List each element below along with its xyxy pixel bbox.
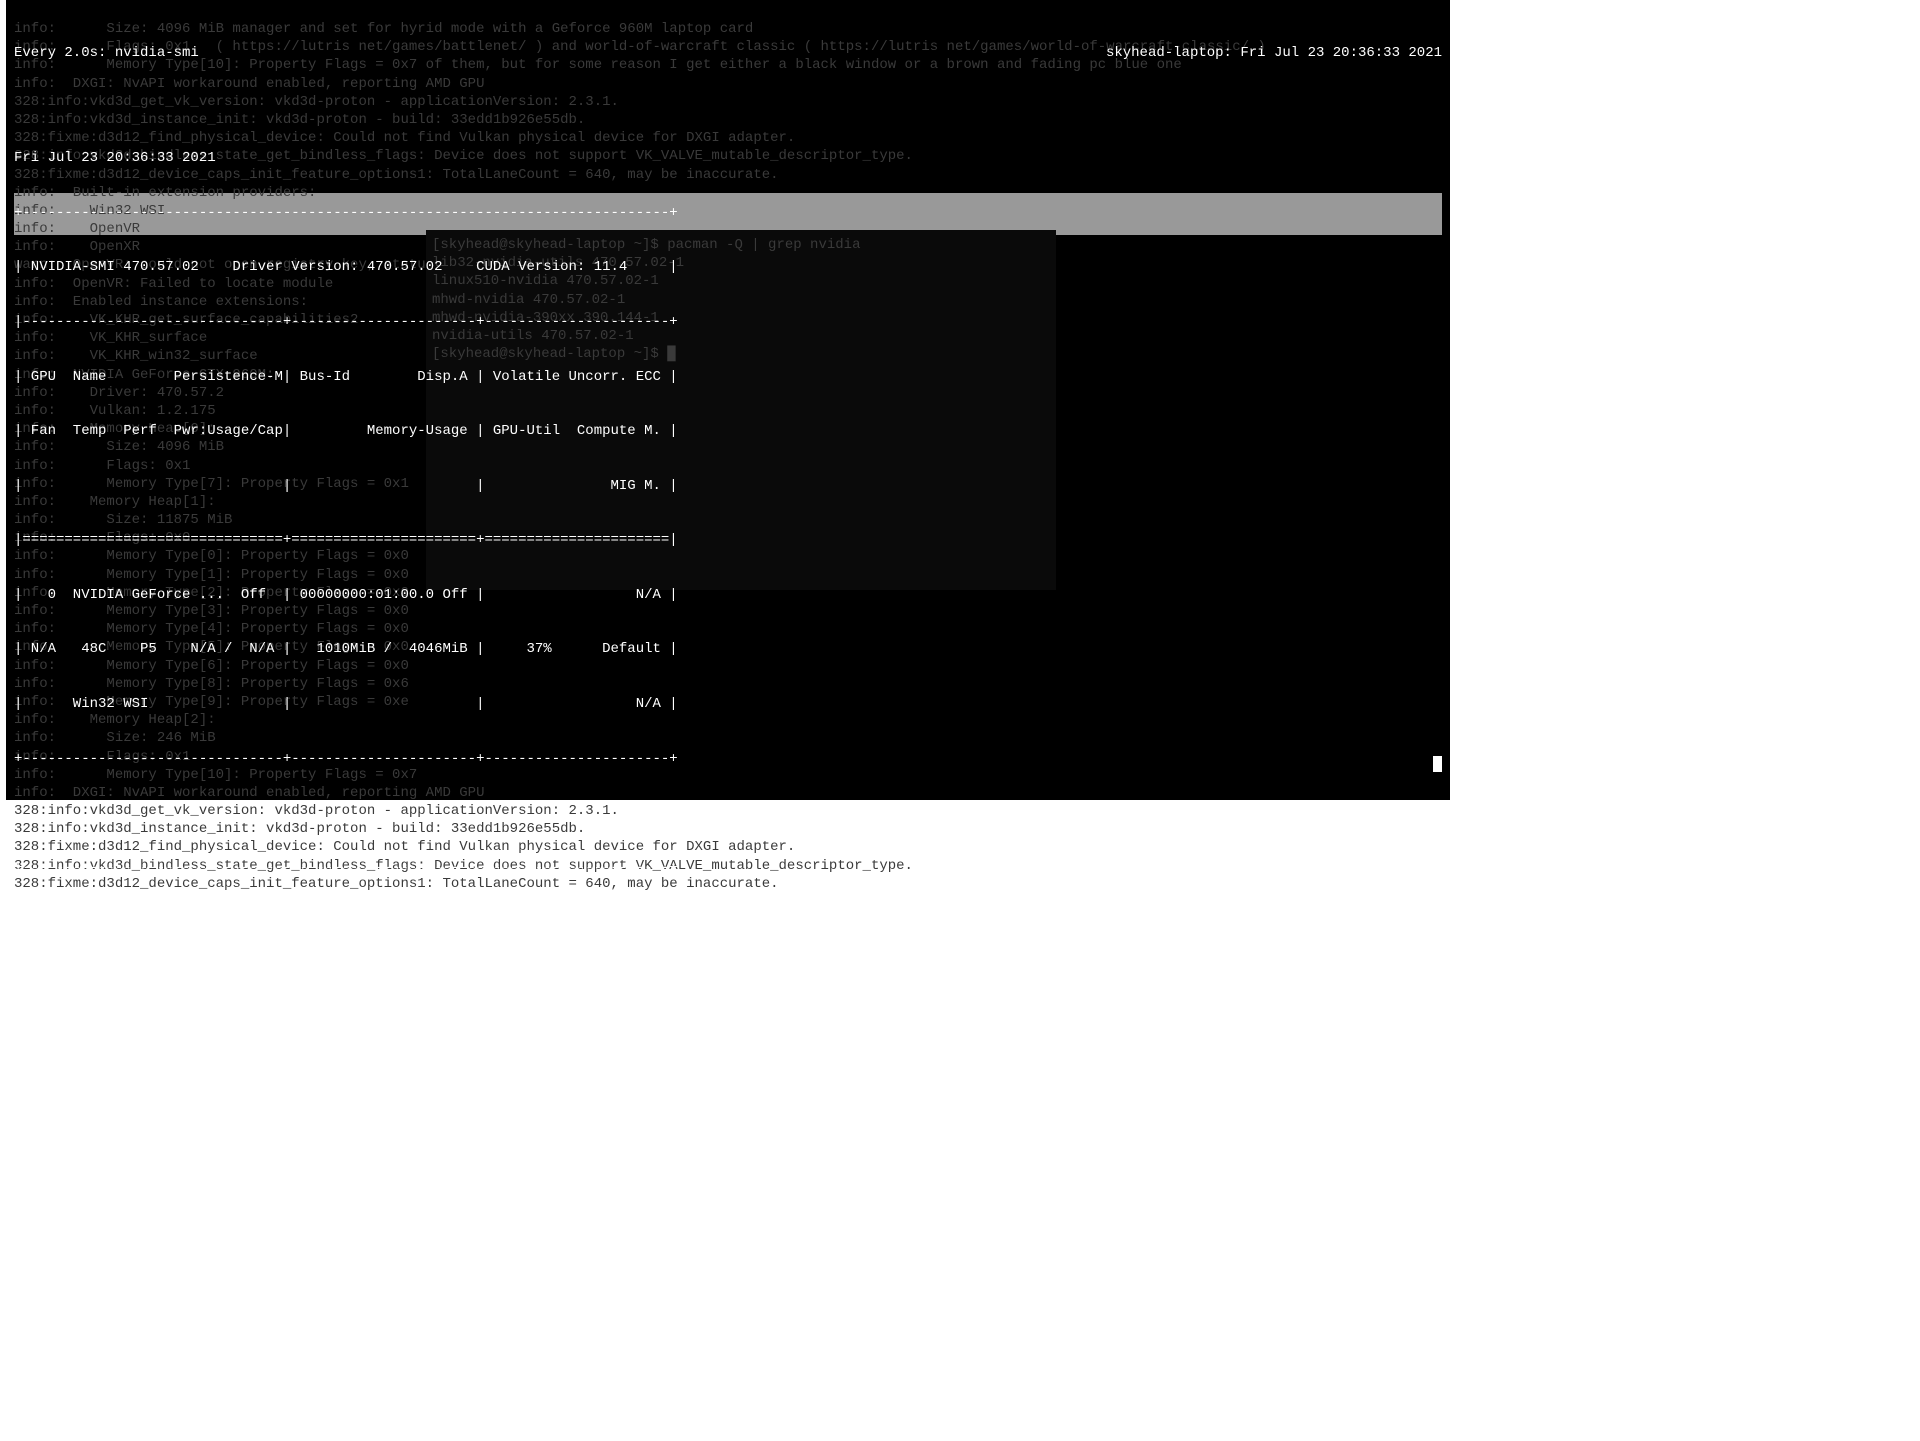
smi-proc-row: | 0 N/A N/A 9332 C+G ...Battle.net\Battl… (14, 1241, 1442, 1259)
smi-proc-cols: | GPU GI CI PID Type Process name GPU Me… (14, 968, 1442, 986)
smi-timestamp: Fri Jul 23 20:36:33 2021 (14, 149, 1442, 167)
watch-header: Every 2.0s: nvidia-smi skyhead-laptop: F… (14, 44, 1442, 62)
smi-sep: |-------------------------------+-------… (14, 313, 1442, 331)
cursor (1433, 756, 1442, 772)
smi-proc-row: | 0 N/A N/A 10878 C+G .../_classic_/WoWC… (14, 1295, 1442, 1313)
smi-header: | | | MIG M. | (14, 477, 1442, 495)
smi-sep: +---------------------------------------… (14, 204, 1442, 222)
smi-gpu-row: | N/A 48C P5 N/A / N/A | 1010MiB / 4046M… (14, 640, 1442, 658)
terminal-window[interactable]: info: Size: 4096 MiB manager and set for… (6, 0, 1450, 800)
smi-header: | GPU Name Persistence-M| Bus-Id Disp.A … (14, 368, 1442, 386)
watch-output: Every 2.0s: nvidia-smi skyhead-laptop: F… (14, 8, 1442, 1441)
smi-header: | Fan Temp Perf Pwr:Usage/Cap| Memory-Us… (14, 422, 1442, 440)
smi-blank (14, 804, 1442, 822)
smi-proc-cols: | ID ID Usage | (14, 1022, 1442, 1040)
smi-gpu-row: | 0 NVIDIA GeForce ... Off | 00000000:01… (14, 586, 1442, 604)
smi-proc-row: | 0 N/A N/A 9248 C+G ...Battle.net\Battl… (14, 1186, 1442, 1204)
smi-proc-header: | Processes: | (14, 913, 1442, 931)
smi-sep: +---------------------------------------… (14, 859, 1442, 877)
smi-sep: |===============================+=======… (14, 531, 1442, 549)
smi-sep: +---------------------------------------… (14, 1350, 1442, 1368)
smi-proc-row: | 0 N/A N/A 1184 G /usr/lib/Xorg 45MiB | (14, 1131, 1442, 1149)
nvidia-smi-output: Fri Jul 23 20:36:33 2021 +--------------… (14, 113, 1442, 1404)
watch-interval: Every 2.0s: nvidia-smi (14, 44, 199, 62)
smi-gpu-row: | Win32 WSI | | N/A | (14, 695, 1442, 713)
smi-version: | NVIDIA-SMI 470.57.02 Driver Version: 4… (14, 258, 1442, 276)
smi-sep: +-------------------------------+-------… (14, 750, 1442, 768)
watch-host-time: skyhead-laptop: Fri Jul 23 20:36:33 2021 (1106, 44, 1442, 62)
